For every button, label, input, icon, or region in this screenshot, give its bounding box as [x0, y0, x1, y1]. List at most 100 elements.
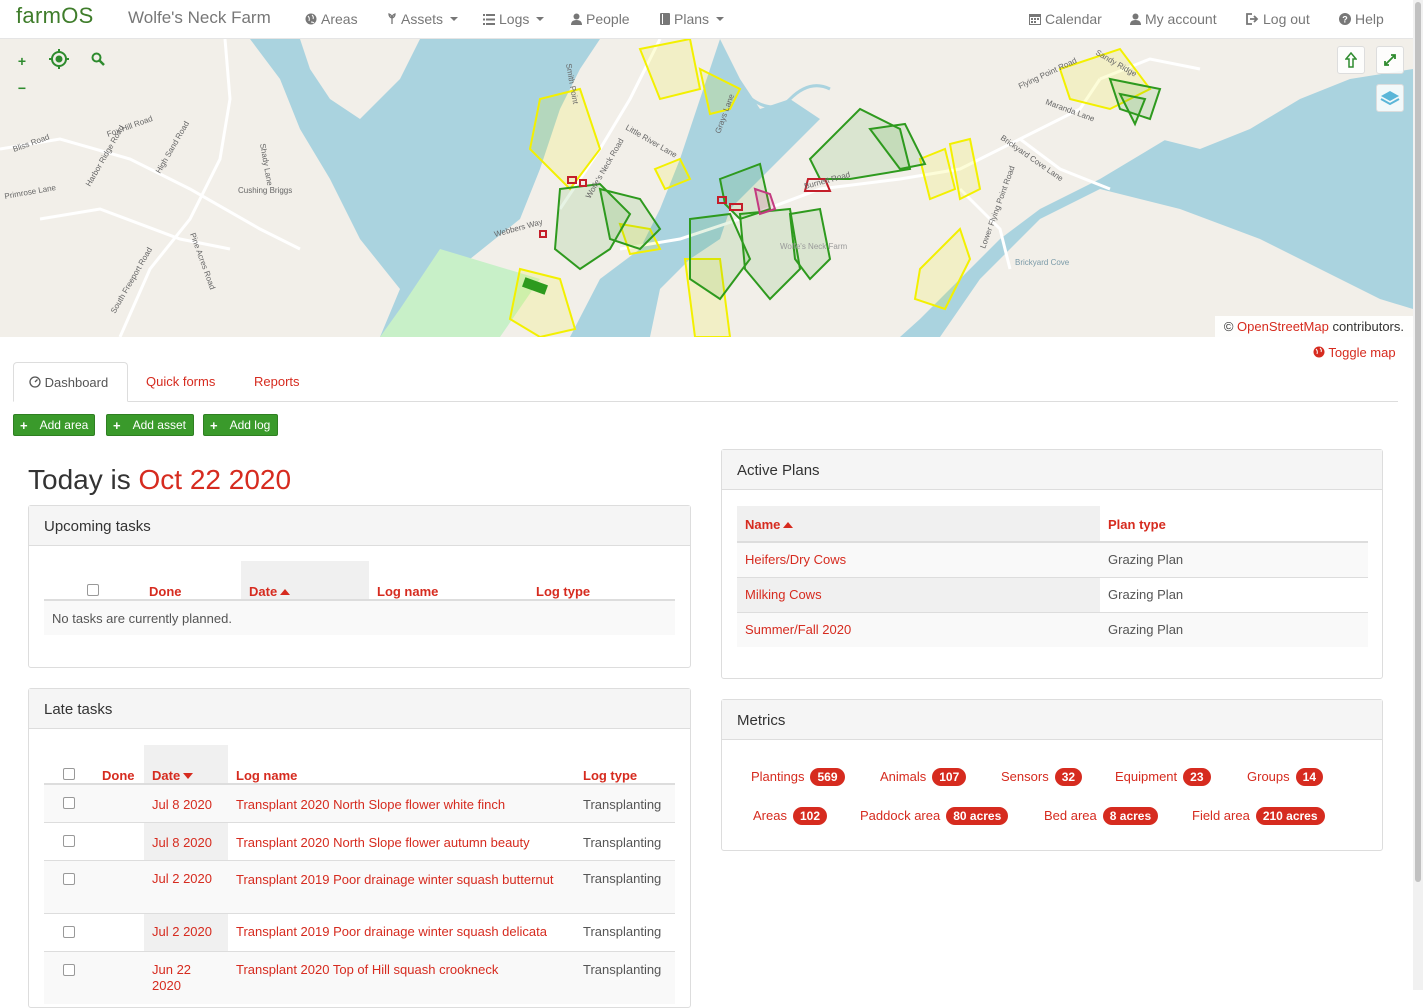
metric-badge: 107	[932, 768, 967, 786]
row-date-cell: Jul 8 2020	[144, 784, 228, 822]
col-log-type[interactable]: Log type	[575, 745, 675, 785]
expand-icon	[1384, 54, 1396, 66]
nav-areas[interactable]: Areas	[305, 11, 358, 27]
metric-groups[interactable]: Groups 14	[1247, 768, 1323, 786]
plan-name-link[interactable]: Heifers/Dry Cows	[745, 552, 846, 567]
metric-plantings[interactable]: Plantings 569	[751, 768, 845, 786]
metric-label: Plantings	[751, 769, 805, 784]
tab-reports[interactable]: Reports	[239, 362, 315, 402]
nav-my-account[interactable]: My account	[1130, 11, 1217, 27]
metric-badge: 14	[1295, 768, 1323, 786]
row-name-link[interactable]: Transplant 2019 Poor drainage winter squ…	[236, 872, 554, 887]
col-log-name[interactable]: Log name	[228, 745, 575, 785]
farm-name[interactable]: Wolfe's Neck Farm	[128, 8, 271, 28]
nav-help-label: Help	[1355, 11, 1384, 27]
fullscreen-button[interactable]	[1376, 46, 1404, 74]
metric-label: Paddock area	[860, 808, 941, 823]
nav-assets[interactable]: Assets	[387, 11, 459, 27]
tab-quick-forms[interactable]: Quick forms	[131, 362, 230, 402]
geolocate-button[interactable]	[45, 45, 73, 73]
scrollbar-thumb[interactable]	[1415, 2, 1421, 882]
col-done[interactable]: Done	[94, 745, 144, 785]
row-date-link[interactable]: Jul 2 2020	[152, 871, 212, 886]
metric-sensors[interactable]: Sensors 32	[1001, 768, 1083, 786]
layer-switcher-button[interactable]	[1376, 84, 1404, 112]
col-plan-type[interactable]: Plan type	[1100, 506, 1368, 543]
row-name-link[interactable]: Transplant 2020 Top of Hill squash crook…	[236, 962, 498, 977]
metric-field-area[interactable]: Field area 210 acres	[1192, 807, 1325, 825]
nav-plans-label: Plans	[674, 11, 710, 27]
add-asset-button[interactable]: + Add asset	[106, 414, 194, 436]
map-orientation-button[interactable]	[1337, 46, 1365, 74]
nav-calendar[interactable]: Calendar	[1029, 11, 1102, 27]
nav-logs[interactable]: Logs	[483, 11, 545, 27]
metric-equipment[interactable]: Equipment 23	[1115, 768, 1211, 786]
upcoming-tasks-table: Done Date Log name Log type No tasks are…	[44, 561, 675, 635]
late-tasks-panel: Late tasks Done Date Log name Log type J…	[28, 688, 691, 1008]
upcoming-tasks-panel: Upcoming tasks Done Date Log name Log ty…	[28, 505, 691, 668]
farm-map[interactable]: Cushing Briggs Wolfe's Neck Farm Brickya…	[0, 39, 1413, 337]
plus-icon: +	[20, 417, 28, 433]
plan-type-cell: Grazing Plan	[1100, 542, 1368, 577]
zoom-out-button[interactable]: −	[8, 74, 36, 102]
select-all-checkbox[interactable]	[63, 768, 75, 780]
today-date: Oct 22 2020	[138, 464, 292, 495]
col-plan-name[interactable]: Name	[737, 506, 1100, 543]
row-name-link[interactable]: Transplant 2020 North Slope flower white…	[236, 797, 505, 812]
metric-bed-area[interactable]: Bed area 8 acres	[1044, 807, 1159, 825]
today-heading: Today is Oct 22 2020	[28, 464, 291, 496]
plan-name-link[interactable]: Summer/Fall 2020	[745, 622, 851, 637]
metric-paddock-area[interactable]: Paddock area 80 acres	[860, 807, 1009, 825]
add-log-button[interactable]: + Add log	[203, 414, 278, 436]
farmos-logo[interactable]: farmOS	[16, 3, 94, 29]
chevron-down-icon	[450, 17, 459, 21]
col-date[interactable]: Date	[241, 561, 369, 601]
attribution-suffix: contributors.	[1332, 319, 1404, 334]
row-checkbox[interactable]	[63, 963, 75, 976]
map-canvas[interactable]: Cushing Briggs Wolfe's Neck Farm Brickya…	[0, 39, 1413, 337]
row-name-link[interactable]: Transplant 2020 North Slope flower autum…	[236, 835, 530, 850]
row-name-cell: Transplant 2020 North Slope flower autum…	[228, 822, 575, 860]
col-done[interactable]: Done	[141, 561, 241, 601]
nav-plans[interactable]: Plans	[660, 11, 725, 27]
openstreetmap-link[interactable]: OpenStreetMap	[1237, 319, 1329, 334]
row-checkbox[interactable]	[63, 797, 75, 809]
row-date-link[interactable]: Jul 8 2020	[152, 835, 212, 850]
select-all-checkbox[interactable]	[86, 584, 99, 596]
empty-message: No tasks are currently planned.	[44, 600, 675, 635]
nav-people[interactable]: People	[571, 11, 630, 27]
row-date-link[interactable]: Jul 8 2020	[152, 797, 212, 812]
attribution-prefix: ©	[1223, 319, 1234, 334]
tab-dashboard[interactable]: Dashboard	[13, 362, 128, 402]
row-date-link[interactable]: Jun 22 2020	[152, 962, 212, 994]
row-date-cell: Jun 22 2020	[144, 951, 228, 1004]
map-attribution: © OpenStreetMap contributors.	[1214, 316, 1413, 337]
table-row: Heifers/Dry Cows Grazing Plan	[737, 542, 1368, 577]
col-date[interactable]: Date	[144, 745, 228, 785]
zoom-in-button[interactable]: +	[8, 47, 36, 75]
row-checkbox[interactable]	[63, 834, 75, 847]
nav-log-out[interactable]: Log out	[1246, 11, 1310, 27]
map-search-button[interactable]	[84, 45, 112, 73]
row-name-link[interactable]: Transplant 2019 Poor drainage winter squ…	[236, 924, 547, 939]
metric-label: Groups	[1247, 769, 1290, 784]
metric-label: Bed area	[1044, 808, 1097, 823]
col-log-name[interactable]: Log name	[369, 561, 528, 601]
col-log-type[interactable]: Log type	[528, 561, 675, 601]
metric-animals[interactable]: Animals 107	[880, 768, 967, 786]
row-date-link[interactable]: Jul 2 2020	[152, 924, 212, 939]
row-checkbox[interactable]	[63, 872, 75, 885]
map-land-pocket	[300, 39, 420, 119]
table-row: Jul 2 2020 Transplant 2019 Poor drainage…	[44, 860, 675, 913]
metrics-panel: Metrics Plantings 569 Animals 107 Sensors 3…	[721, 699, 1383, 851]
row-checkbox[interactable]	[63, 925, 75, 938]
nav-help[interactable]: ? Help	[1339, 11, 1384, 27]
map-label-cushing: Cushing Briggs	[238, 186, 292, 195]
plan-name-link[interactable]: Milking Cows	[745, 587, 822, 602]
add-area-button[interactable]: + Add area	[13, 414, 95, 436]
toggle-map-link[interactable]: Toggle map	[1313, 345, 1396, 360]
globe-icon	[305, 13, 317, 25]
plan-type-cell: Grazing Plan	[1108, 587, 1184, 602]
metric-areas[interactable]: Areas 102	[753, 807, 827, 825]
page-scrollbar[interactable]	[1413, 0, 1423, 990]
